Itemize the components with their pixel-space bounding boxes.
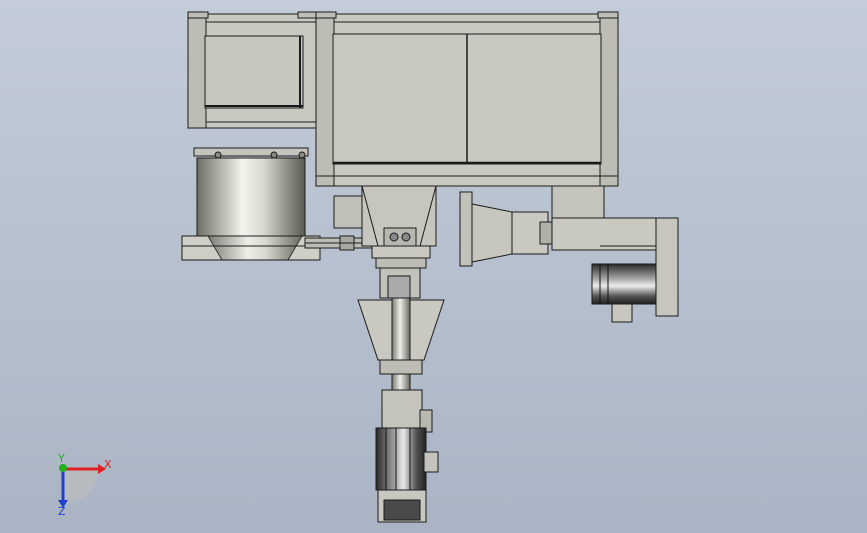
bottom-motor	[375, 427, 439, 523]
vertical-conveyor	[357, 267, 445, 433]
z-axis-label: Z	[58, 505, 66, 518]
assembly-model[interactable]	[181, 11, 679, 523]
y-axis-label: Y	[57, 452, 65, 465]
y-axis-arrow	[59, 464, 67, 472]
axis-triad: X Y Z	[57, 452, 112, 518]
main-frame	[315, 11, 619, 187]
x-axis-label: X	[104, 458, 112, 471]
left-cabinet	[187, 11, 319, 129]
central-gearbox	[333, 185, 437, 269]
hopper-cylinder	[181, 147, 321, 261]
cad-viewport[interactable]: X Y Z	[0, 0, 867, 533]
right-motor	[591, 263, 657, 323]
triad-background	[63, 469, 98, 504]
